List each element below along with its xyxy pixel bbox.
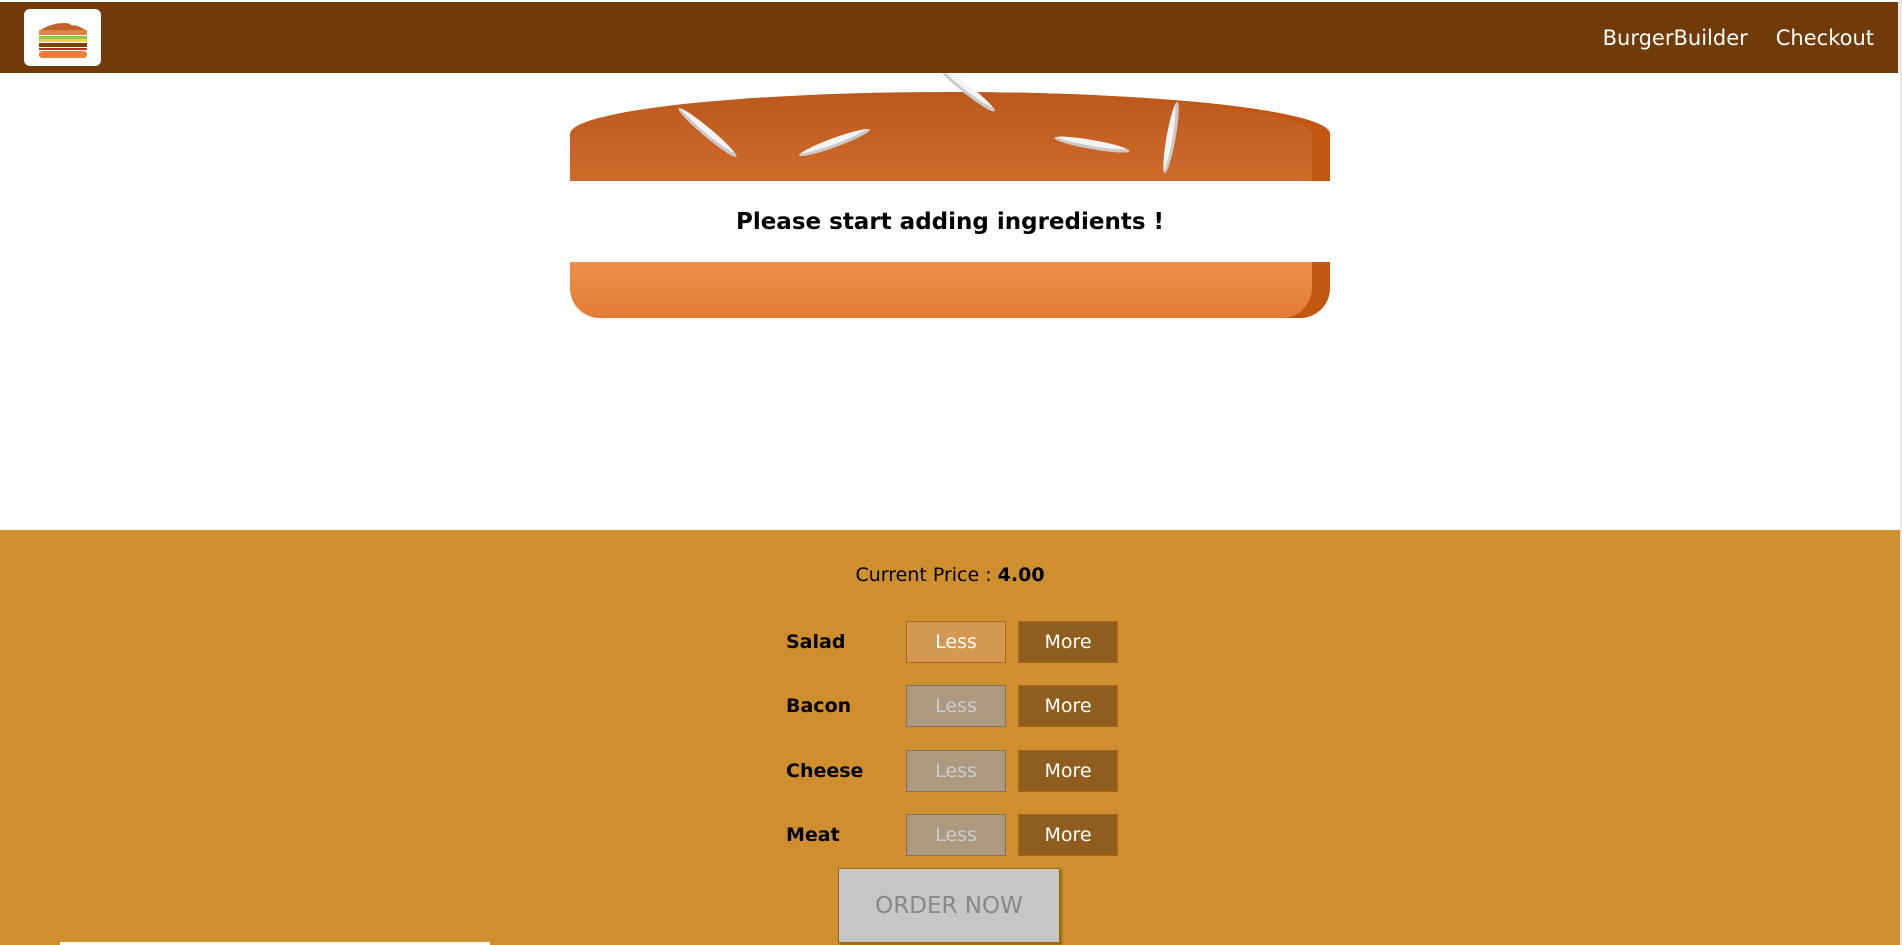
less-cheese-button[interactable]: Less [906, 750, 1006, 792]
control-cheese: Cheese Less More [786, 749, 1126, 793]
order-now-button[interactable]: ORDER NOW [838, 868, 1060, 943]
control-bacon: Bacon Less More [786, 684, 1126, 728]
nav-item-burgerbuilder[interactable]: BurgerBuilder [1601, 26, 1750, 50]
price-label: Current Price : [855, 564, 998, 586]
ingredient-label: Meat [786, 824, 840, 846]
control-meat: Meat Less More [786, 813, 1126, 857]
toolbar: BurgerBuilder Checkout [0, 2, 1900, 73]
more-meat-button[interactable]: More [1018, 814, 1118, 856]
bread-top-bun [570, 92, 1330, 181]
burger-preview: Please start adding ingredients ! [0, 73, 1900, 530]
less-bacon-button[interactable]: Less [906, 685, 1006, 727]
ingredient-label: Bacon [786, 695, 852, 717]
build-controls: Current Price : 4.00 Salad Less More Bac… [0, 530, 1900, 945]
burger-logo-image [38, 19, 87, 58]
control-salad: Salad Less More [786, 620, 1126, 664]
current-price: Current Price : 4.00 [0, 564, 1900, 586]
nav-menu: BurgerBuilder Checkout [1601, 2, 1876, 73]
ingredient-label: Salad [786, 631, 846, 653]
less-meat-button[interactable]: Less [906, 814, 1006, 856]
bread-bottom [570, 262, 1330, 318]
more-salad-button[interactable]: More [1018, 621, 1118, 663]
more-cheese-button[interactable]: More [1018, 750, 1118, 792]
nav-item-checkout[interactable]: Checkout [1774, 26, 1876, 50]
price-value: 4.00 [997, 564, 1045, 586]
more-bacon-button[interactable]: More [1018, 685, 1118, 727]
bread-top [570, 73, 1330, 181]
ingredient-label: Cheese [786, 760, 864, 782]
empty-burger-message: Please start adding ingredients ! [735, 209, 1165, 235]
burger-logo-icon[interactable] [24, 9, 101, 66]
less-salad-button[interactable]: Less [906, 621, 1006, 663]
